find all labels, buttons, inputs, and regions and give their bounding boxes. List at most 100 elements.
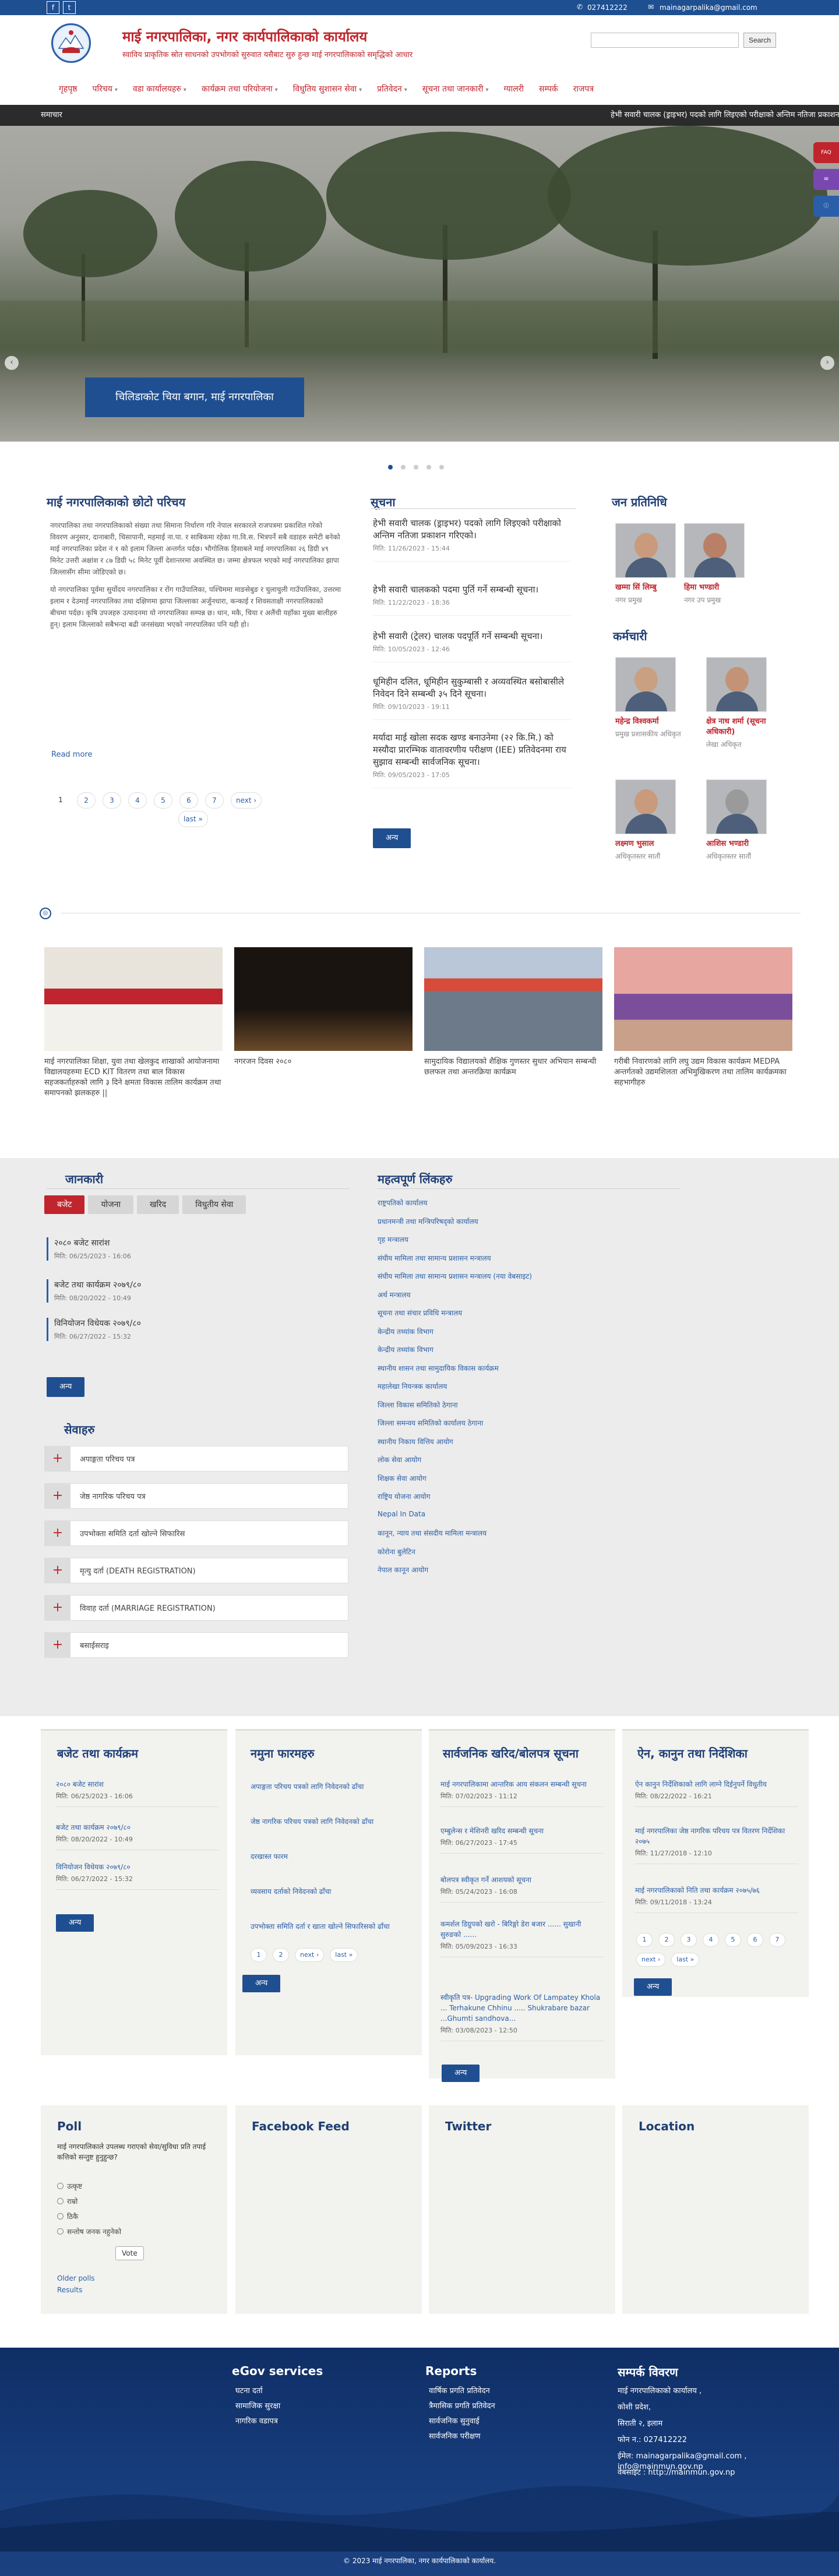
- pager-last[interactable]: last »: [178, 811, 208, 827]
- person-card[interactable]: क्षेत्र नाथ शर्मा (सूचना अधिकारी) लेखा अध…: [706, 657, 776, 749]
- footer-link[interactable]: त्रैमासिक प्रगति प्रतिवेदन: [429, 2400, 495, 2411]
- search-button[interactable]: Search: [743, 33, 776, 48]
- side-faq-tab[interactable]: FAQ: [813, 142, 839, 163]
- plus-icon[interactable]: +: [45, 1446, 70, 1471]
- pager-page[interactable]: 3: [103, 792, 121, 809]
- slider-dot[interactable]: [414, 465, 418, 470]
- gallery-image[interactable]: [424, 947, 602, 1051]
- poll-option[interactable]: उत्कृष्ट: [57, 2181, 82, 2191]
- important-link[interactable]: नेपाल कानून आयोग: [378, 1565, 428, 1575]
- radio-button[interactable]: [57, 2228, 64, 2235]
- read-more-link[interactable]: Read more: [51, 750, 92, 759]
- person-name[interactable]: हिमा भण्डारी: [684, 583, 754, 593]
- radio-button[interactable]: [57, 2183, 64, 2189]
- service-label[interactable]: अपाङ्गता परिचय पत्र: [80, 1453, 135, 1464]
- notice-title[interactable]: धूमिहीन दलित, धूमिहीन सुकुम्बासी र अव्यव…: [373, 676, 571, 700]
- pager-last[interactable]: last »: [671, 1953, 700, 1967]
- slider-dot[interactable]: [439, 465, 444, 470]
- column-item[interactable]: माई नगरपालिकाको निति तथा कार्यक्रम २०७५/…: [635, 1885, 798, 1913]
- pager-page[interactable]: 5: [154, 792, 172, 809]
- service-label[interactable]: जेष्ठ नागरिक परिचय पत्र: [80, 1491, 146, 1501]
- nav-item[interactable]: परिचय ▾: [85, 80, 125, 98]
- slider-dot[interactable]: [401, 465, 406, 470]
- service-item[interactable]: + उपभोक्ता समिति दर्ता खोल्ने सिफारिस: [44, 1520, 348, 1546]
- pager-page[interactable]: 6: [179, 792, 198, 809]
- important-link[interactable]: राष्ट्रपतिको कार्यालय: [378, 1198, 427, 1208]
- pager-last[interactable]: last »: [330, 1948, 358, 1962]
- column-item-title[interactable]: माई नगरपालिकामा आन्तरिक आय संकलन सम्बन्ध…: [440, 1779, 604, 1790]
- pager-page[interactable]: 7: [769, 1933, 785, 1947]
- plus-icon[interactable]: +: [45, 1558, 70, 1583]
- service-item[interactable]: + अपाङ्गता परिचय पत्र: [44, 1446, 348, 1472]
- vote-button[interactable]: Vote: [115, 2246, 144, 2260]
- notice-item[interactable]: मर्यादा माई खोला सदक खण्ड बनाउनेमा (२२ क…: [373, 732, 571, 788]
- person-card[interactable]: खम्मा सिं लिम्बु नगर प्रमुख: [615, 523, 685, 605]
- important-link[interactable]: कानून, न्याय तथा संसदीय मामिला मन्त्रालय: [378, 1528, 487, 1538]
- ticker-text[interactable]: हेभी सवारी चालक (ड्राइभर) पदको लागि लिइए…: [611, 105, 839, 126]
- notice-item[interactable]: धूमिहीन दलित, धूमिहीन सुकुम्बासी र अव्यव…: [373, 676, 571, 720]
- important-link[interactable]: राष्ट्रिय योजना आयोग: [378, 1491, 431, 1501]
- column-item[interactable]: बजेट तथा कार्यक्रम २०७९/८० मिति: 08/20/20…: [56, 1822, 219, 1850]
- form-link[interactable]: व्यवसाय दर्ताको निवेदनको ढाँचा: [251, 1886, 414, 1896]
- pager-page[interactable]: 1: [51, 792, 70, 809]
- pager-page[interactable]: 2: [273, 1948, 289, 1962]
- side-feedback-tab[interactable]: ✉: [813, 169, 839, 190]
- side-info-tab[interactable]: ⓘ: [813, 196, 839, 217]
- service-item[interactable]: + विवाह दर्ता (MARRIAGE REGISTRATION): [44, 1595, 348, 1621]
- radio-button[interactable]: [57, 2213, 64, 2219]
- info-item-title[interactable]: बजेट तथा कार्यक्रम २०७९/८०: [54, 1279, 350, 1290]
- service-item[interactable]: + बसाईसराइ: [44, 1632, 348, 1658]
- service-label[interactable]: मृत्यु दर्ता (DEATH REGISTRATION): [80, 1565, 196, 1576]
- info-item[interactable]: २०८० बजेट सारांश मिति: 06/25/2023 - 16:06: [47, 1237, 350, 1261]
- person-photo[interactable]: [706, 779, 767, 834]
- person-photo[interactable]: [615, 523, 676, 578]
- column-item-title[interactable]: बजेट तथा कार्यक्रम २०७९/८०: [56, 1822, 219, 1833]
- footer-link[interactable]: घटना दर्ता: [235, 2385, 263, 2395]
- info-item-title[interactable]: २०८० बजेट सारांश: [54, 1237, 350, 1248]
- tab-3[interactable]: खरिद: [136, 1195, 179, 1214]
- column-item-title[interactable]: माई नगरपालिका जेष्ठ नागरिक परिचय पत्र वि…: [635, 1826, 798, 1847]
- nav-item[interactable]: वडा कार्यालयहरु ▾: [125, 80, 194, 98]
- pager-page[interactable]: 3: [681, 1933, 697, 1947]
- budget-more-button[interactable]: अन्य: [56, 1914, 94, 1932]
- column-item[interactable]: विनियोजन विधेयक २०७९/८० मिति: 06/27/2022 …: [56, 1862, 219, 1890]
- form-link[interactable]: उपभोक्ता समिति दर्ता र खाता खोल्ने सिफार…: [251, 1921, 414, 1931]
- gallery-image[interactable]: [44, 947, 223, 1051]
- poll-option[interactable]: ठिकै: [57, 2211, 78, 2221]
- pager-next[interactable]: next ›: [231, 792, 262, 809]
- important-link[interactable]: सूचना तथा संचार प्रविधि मन्त्रालय: [378, 1308, 462, 1318]
- important-link[interactable]: कोरोना बुलेटिन: [378, 1547, 415, 1557]
- form-link[interactable]: जेष्ठ नागरिक परिचय पत्रको लागि निवेदनको …: [251, 1816, 414, 1826]
- footer-link[interactable]: सामाजिक सुरक्षा: [235, 2400, 280, 2411]
- twitter-icon[interactable]: t: [63, 1, 76, 14]
- pager-page[interactable]: 1: [636, 1933, 653, 1947]
- column-item-title[interactable]: ऐन कानुन निर्देशिकाको लागि लाग्ने दिईनुप…: [635, 1779, 798, 1790]
- notice-item[interactable]: हेभी सवारी (ट्रेलर) चालक पदपूर्ति गर्ने …: [373, 630, 571, 662]
- person-photo[interactable]: [706, 657, 767, 712]
- gallery-image[interactable]: [614, 947, 792, 1051]
- notice-title[interactable]: हेभी सवारी (ट्रेलर) चालक पदपूर्ति गर्ने …: [373, 630, 571, 643]
- service-item[interactable]: + मृत्यु दर्ता (DEATH REGISTRATION): [44, 1558, 348, 1583]
- notice-title[interactable]: हेभी सवारी चालक (ड्राइभर) पदको लागि लिइए…: [373, 517, 571, 542]
- service-label[interactable]: उपभोक्ता समिति दर्ता खोल्ने सिफारिस: [80, 1528, 185, 1538]
- poll-option[interactable]: सन्तोष जनक नहुनेको: [57, 2226, 121, 2236]
- nav-item[interactable]: कार्यक्रम तथा परियोजना ▾: [194, 80, 285, 98]
- person-card[interactable]: लक्ष्मण भुसाल अधिकृतस्तर सातौं: [615, 779, 685, 861]
- gallery-item[interactable]: नगरजन दिवस २०८०: [234, 947, 413, 1067]
- notice-title[interactable]: मर्यादा माई खोला सदक खण्ड बनाउनेमा (२२ क…: [373, 732, 571, 768]
- search-input[interactable]: [591, 33, 739, 48]
- poll-results-link[interactable]: Results: [57, 2286, 82, 2294]
- top-email[interactable]: mainagarpalika@gmail.com: [660, 3, 757, 12]
- gallery-caption[interactable]: नगरजन दिवस २०८०: [234, 1057, 413, 1067]
- plus-icon[interactable]: +: [45, 1633, 70, 1657]
- important-link[interactable]: स्थानीय शासन तथा सामुदायिक विकास कार्यक्…: [378, 1363, 499, 1373]
- info-more-button[interactable]: अन्य: [47, 1377, 85, 1397]
- slider-dot[interactable]: [426, 465, 431, 470]
- important-link[interactable]: संघीय मामिला तथा सामान्य प्रशासन मन्त्रा…: [378, 1253, 491, 1263]
- person-name[interactable]: महेन्द्र विश्वकर्मा: [615, 717, 685, 727]
- person-name[interactable]: क्षेत्र नाथ शर्मा (सूचना अधिकारी): [706, 717, 776, 737]
- notices-more-button[interactable]: अन्य: [373, 828, 411, 848]
- important-link[interactable]: स्थानीय निकाय वित्तिय आयोग: [378, 1437, 453, 1446]
- column-item[interactable]: एम्बुलेन्स र मेशिनरी खरिद सम्बन्धी सूचना…: [440, 1826, 604, 1854]
- footer-link[interactable]: नागरिक वडापत्र: [235, 2415, 278, 2426]
